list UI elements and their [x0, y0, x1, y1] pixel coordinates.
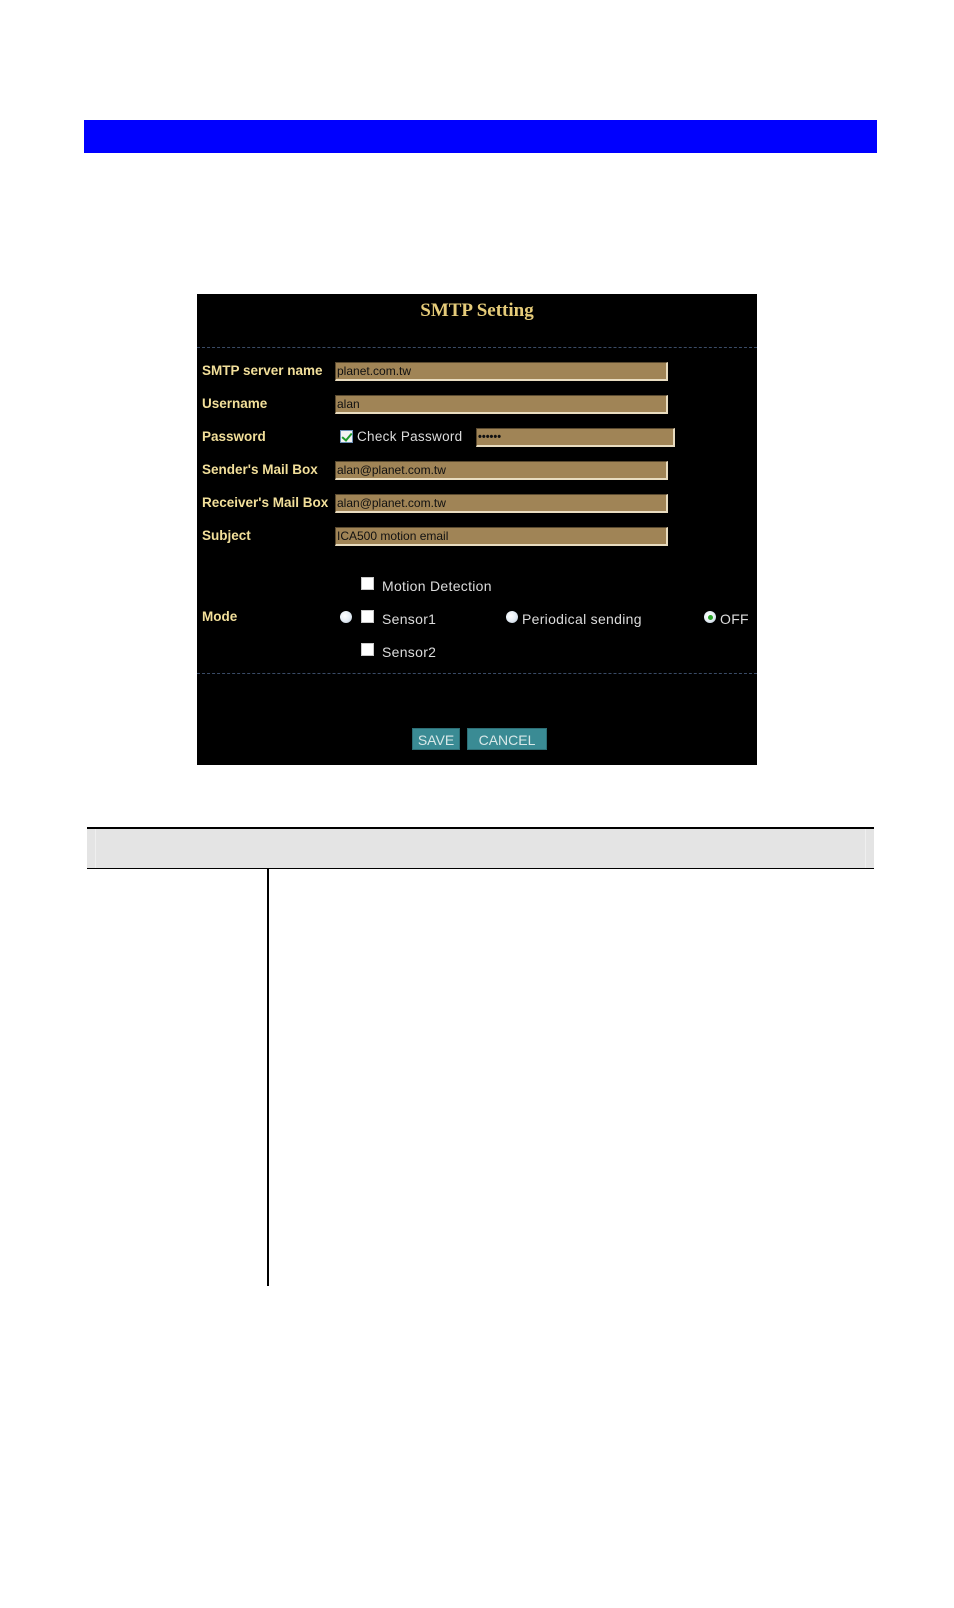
motion-detection-label: Motion Detection	[382, 578, 492, 594]
table-header-right-edge	[865, 829, 874, 868]
table-header-left-edge	[87, 829, 96, 868]
sensor2-label: Sensor2	[382, 644, 437, 660]
receiver-mailbox-input[interactable]: alan@planet.com.tw	[335, 494, 668, 513]
password-label: Password	[202, 429, 266, 444]
bottom-divider	[197, 673, 757, 674]
mode-label: Mode	[202, 609, 238, 624]
check-password-label: Check Password	[357, 429, 463, 444]
table-header-rule	[87, 868, 874, 869]
event-trigger-radio[interactable]	[340, 611, 352, 623]
password-input[interactable]: ••••••	[476, 428, 675, 447]
sensor1-label: Sensor1	[382, 611, 437, 627]
check-password-checkbox[interactable]	[340, 430, 353, 443]
subject-input[interactable]: ICA500 motion email	[335, 527, 668, 546]
sensor2-checkbox[interactable]	[361, 643, 374, 656]
receiver-mailbox-label: Receiver's Mail Box	[202, 495, 329, 510]
motion-detection-checkbox[interactable]	[361, 577, 374, 590]
panel-title: SMTP Setting	[420, 300, 534, 321]
top-divider	[197, 347, 757, 348]
smtp-setting-panel: SMTP Setting SMTP server name planet.com…	[197, 294, 757, 765]
subject-label: Subject	[202, 528, 251, 543]
off-label: OFF	[720, 611, 749, 627]
sender-mailbox-label: Sender's Mail Box	[202, 462, 318, 477]
off-radio[interactable]	[704, 611, 716, 623]
table-header	[87, 829, 874, 868]
smtp-server-label: SMTP server name	[202, 363, 323, 378]
periodical-sending-label: Periodical sending	[522, 611, 642, 627]
username-input[interactable]: alan	[335, 395, 668, 414]
sensor1-checkbox[interactable]	[361, 610, 374, 623]
save-button[interactable]: SAVE	[412, 728, 460, 750]
username-label: Username	[202, 396, 268, 411]
section-header-bar	[84, 120, 877, 153]
periodical-sending-radio[interactable]	[506, 611, 518, 623]
sender-mailbox-input[interactable]: alan@planet.com.tw	[335, 461, 668, 480]
smtp-server-input[interactable]: planet.com.tw	[335, 362, 668, 381]
table-column-divider	[267, 869, 269, 1286]
cancel-button[interactable]: CANCEL	[467, 728, 547, 750]
